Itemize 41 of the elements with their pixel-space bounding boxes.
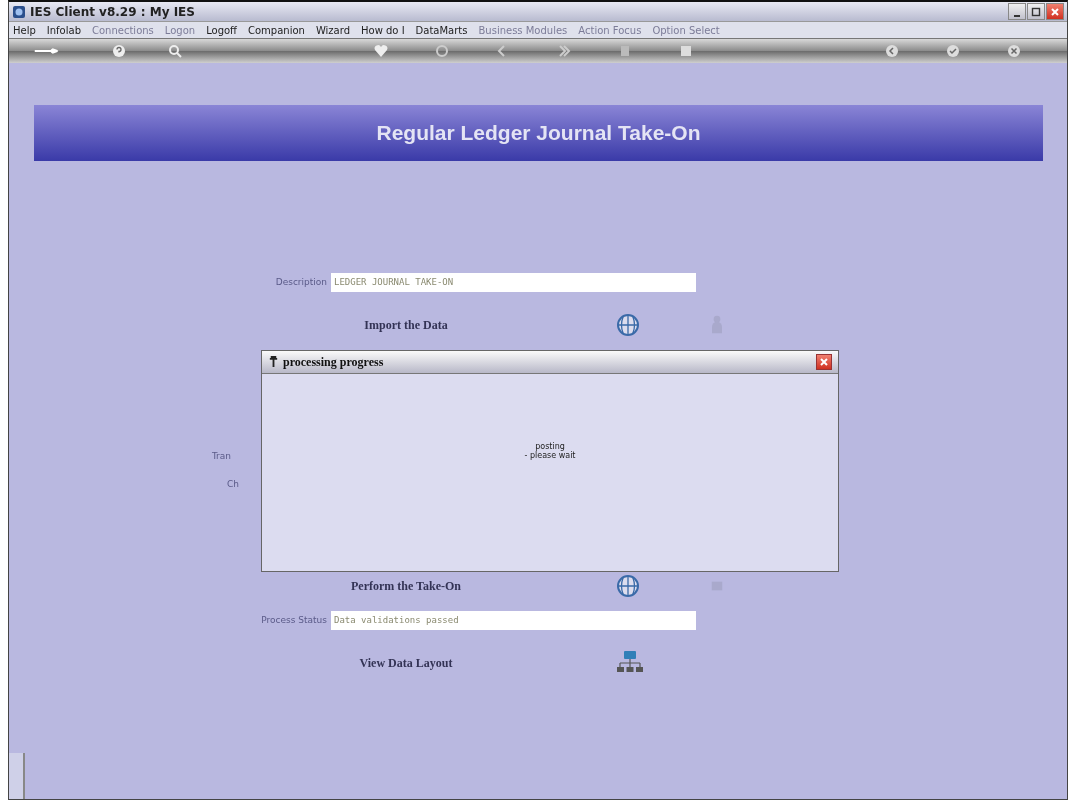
action-link[interactable]: Perform the Take-On <box>241 578 571 594</box>
menu-item[interactable]: Wizard <box>315 24 350 36</box>
menu-item[interactable]: Logoff <box>206 24 237 36</box>
window-title: IES Client v8.29 : My IES <box>30 4 195 19</box>
pin-icon <box>268 355 279 369</box>
field-label: Ch <box>226 479 240 489</box>
text-field[interactable]: LEDGER JOURNAL TAKE-ON <box>331 272 696 292</box>
menu-item[interactable]: How do I <box>361 24 405 36</box>
text-field[interactable]: Data validations passed <box>331 610 696 630</box>
dialog-title: processing progress <box>283 354 384 370</box>
cancel-icon[interactable] <box>1006 43 1022 59</box>
action-link[interactable]: View Data Layout <box>241 655 571 671</box>
menu-item[interactable]: Companion <box>248 24 305 36</box>
stop-icon[interactable] <box>678 43 694 59</box>
previous-icon[interactable] <box>884 43 900 59</box>
field-label: Tran <box>210 451 232 461</box>
menu-item[interactable]: Help <box>13 24 36 36</box>
globe-icon[interactable] <box>616 574 640 598</box>
heart-icon[interactable] <box>373 43 389 59</box>
forward-icon[interactable] <box>556 43 572 59</box>
field-label: Description <box>274 277 328 287</box>
field-label: Process Status <box>260 615 328 625</box>
menu-item[interactable]: DataMarts <box>415 24 468 36</box>
page-title: Regular Ledger Journal Take-On <box>376 121 701 145</box>
close-button[interactable] <box>816 354 832 370</box>
search-icon[interactable] <box>167 43 183 59</box>
minimize-icon <box>1014 14 1020 17</box>
maximize-button[interactable] <box>1027 3 1045 20</box>
close-icon <box>819 357 829 367</box>
action-link[interactable]: Import the Data <box>241 317 571 333</box>
maximize-icon <box>1031 6 1041 17</box>
menu-item[interactable]: Infolab <box>46 24 81 36</box>
app-icon <box>12 4 26 19</box>
status-message: posting - please wait <box>524 442 576 460</box>
close-button[interactable] <box>1046 3 1064 20</box>
minimize-button[interactable] <box>1008 3 1026 20</box>
globe-icon[interactable] <box>616 313 640 337</box>
confirm-icon[interactable] <box>945 43 961 59</box>
side-tab[interactable] <box>9 753 25 799</box>
help-icon[interactable] <box>111 43 127 59</box>
close-icon <box>1050 6 1060 17</box>
